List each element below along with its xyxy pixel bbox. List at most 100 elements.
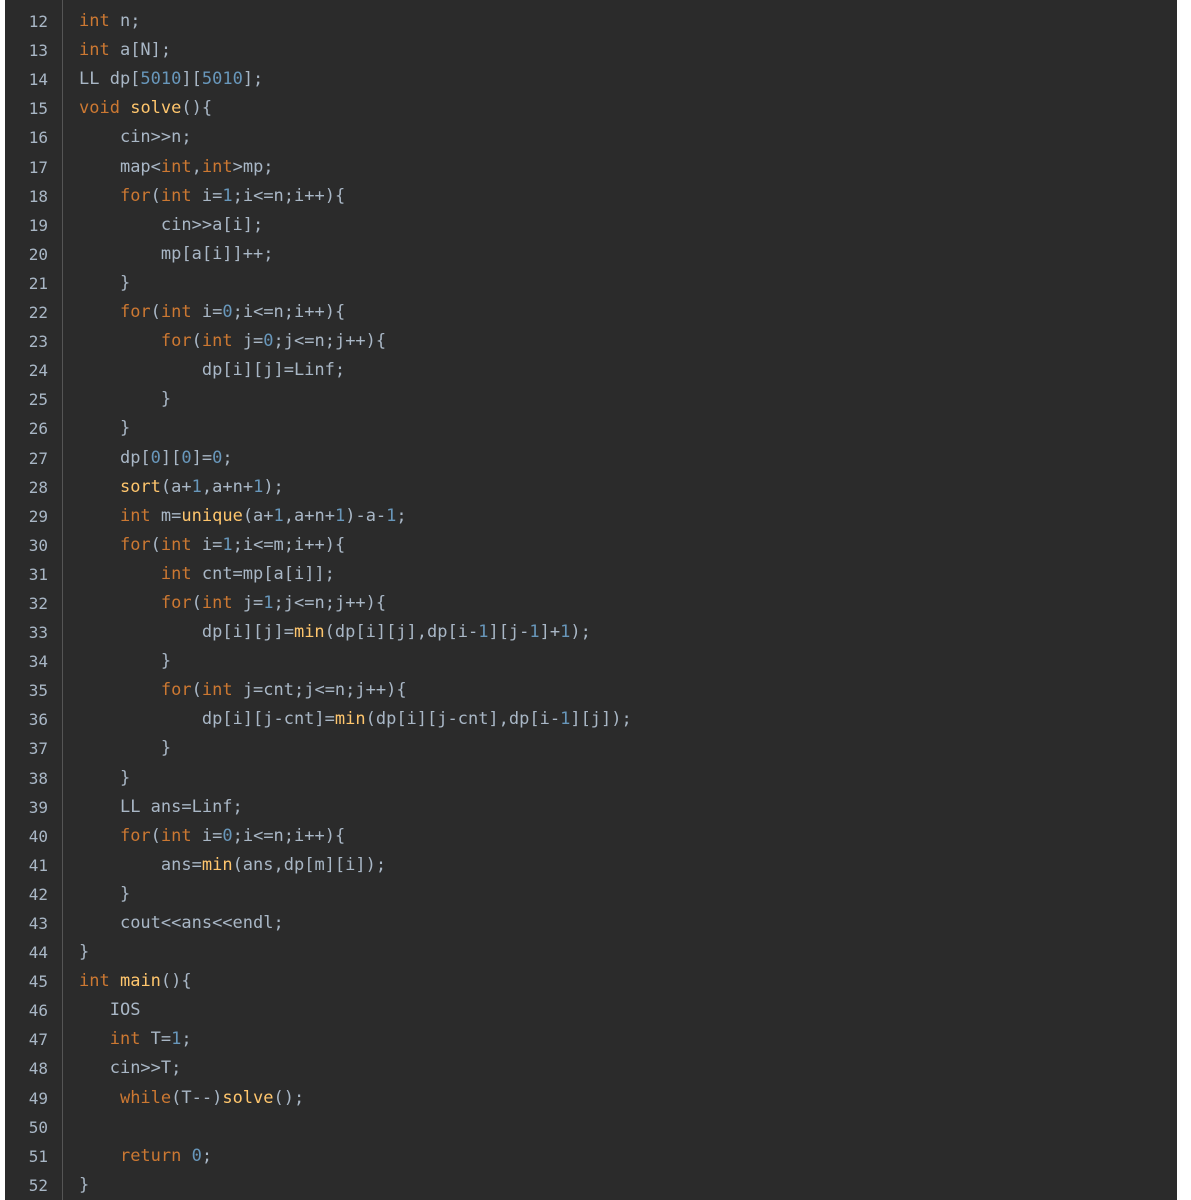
code-text[interactable]: sort(a+1,a+n+1); xyxy=(79,473,284,502)
code-text[interactable]: map<int,int>mp; xyxy=(79,153,274,182)
line-number: 41 xyxy=(28,855,48,875)
code-line[interactable]: 15 void solve(){ xyxy=(5,94,1177,123)
code-text[interactable]: for(int i=0;i<=n;i++){ xyxy=(79,298,345,327)
code-line[interactable]: 38 } xyxy=(5,764,1177,793)
code-line[interactable]: 18 for(int i=1;i<=n;i++){ xyxy=(5,182,1177,211)
code-text[interactable]: int a[N]; xyxy=(79,36,171,65)
code-line[interactable]: 19 cin>>a[i]; xyxy=(5,211,1177,240)
code-line[interactable]: 42 } xyxy=(5,880,1177,909)
code-line[interactable]: 43 cout<<ans<<endl; xyxy=(5,909,1177,938)
code-line[interactable]: 12 int n; xyxy=(5,7,1177,36)
code-text[interactable]: ans=min(ans,dp[m][i]); xyxy=(79,851,386,880)
code-line[interactable]: 47 int T=1; xyxy=(5,1025,1177,1054)
code-line[interactable]: 16 cin>>n; xyxy=(5,123,1177,152)
code-token: lowbit xyxy=(110,0,171,2)
code-text[interactable]: dp[i][j]=min(dp[i][j],dp[i-1][j-1]+1); xyxy=(79,618,591,647)
code-line[interactable]: 51 return 0; xyxy=(5,1142,1177,1171)
code-line[interactable]: 34 } xyxy=(5,647,1177,676)
code-line[interactable]: 21 } xyxy=(5,269,1177,298)
code-line[interactable]: 27 dp[0][0]=0; xyxy=(5,444,1177,473)
code-token: } xyxy=(160,651,172,672)
code-line[interactable]: 41 ans=min(ans,dp[m][i]); xyxy=(5,851,1177,880)
code-text[interactable]: int n; xyxy=(79,7,140,36)
code-text[interactable]: while(T--)solve(); xyxy=(79,1084,304,1113)
code-line[interactable]: 28 sort(a+1,a+n+1); xyxy=(5,473,1177,502)
code-text[interactable]: LL ans=Linf; xyxy=(79,793,243,822)
code-token: } xyxy=(119,767,131,788)
code-line[interactable]: 23 for(int j=0;j<=n;j++){ xyxy=(5,327,1177,356)
code-text[interactable]: for(int i=1;i<=n;i++){ xyxy=(79,182,345,211)
code-line[interactable]: 25 } xyxy=(5,385,1177,414)
code-text[interactable]: LL lowbit(LL x){return x&-x;} xyxy=(79,0,376,7)
code-text[interactable]: for(int j=1;j<=n;j++){ xyxy=(79,589,386,618)
code-line[interactable]: 24 dp[i][j]=Linf; xyxy=(5,356,1177,385)
code-text[interactable]: void solve(){ xyxy=(79,94,212,123)
code-text[interactable]: int main(){ xyxy=(79,967,192,996)
code-line[interactable]: 20 mp[a[i]]++; xyxy=(5,240,1177,269)
code-text[interactable]: } xyxy=(79,764,130,793)
code-token: ( xyxy=(191,680,202,701)
code-token: int xyxy=(160,156,192,177)
code-line[interactable]: 40 for(int i=0;i<=n;i++){ xyxy=(5,822,1177,851)
code-text[interactable]: cin>>n; xyxy=(79,123,192,152)
code-text[interactable]: int m=unique(a+1,a+n+1)-a-1; xyxy=(79,502,407,531)
code-text[interactable]: int T=1; xyxy=(79,1025,192,1054)
code-line[interactable]: 45 int main(){ xyxy=(5,967,1177,996)
code-text[interactable]: cin>>T; xyxy=(79,1054,182,1083)
line-number: 37 xyxy=(28,739,48,759)
code-line[interactable]: 35 for(int j=cnt;j<=n;j++){ xyxy=(5,676,1177,705)
code-text[interactable]: for(int i=1;i<=m;i++){ xyxy=(79,531,345,560)
code-line[interactable]: 52} xyxy=(5,1171,1177,1200)
code-editor[interactable]: 11LL lowbit(LL x){return x&-x;}12int n;1… xyxy=(5,0,1177,1200)
code-token: ][ xyxy=(160,447,182,468)
code-text[interactable]: dp[0][0]=0; xyxy=(79,444,233,473)
code-token: ]= xyxy=(191,447,213,468)
code-token: i= xyxy=(191,185,223,206)
code-text[interactable]: cin>>a[i]; xyxy=(79,211,263,240)
code-text[interactable]: return 0; xyxy=(79,1142,212,1171)
code-text[interactable]: for(int i=0;i<=n;i++){ xyxy=(79,822,345,851)
code-line[interactable]: 32 for(int j=1;j<=n;j++){ xyxy=(5,589,1177,618)
code-line[interactable]: 26 } xyxy=(5,414,1177,443)
code-text[interactable]: for(int j=cnt;j<=n;j++){ xyxy=(79,676,407,705)
code-line[interactable]: 37 } xyxy=(5,734,1177,763)
code-line[interactable]: 49 while(T--)solve(); xyxy=(5,1084,1177,1113)
code-token: (T--) xyxy=(171,1087,223,1108)
code-line[interactable]: 29 int m=unique(a+1,a+n+1)-a-1; xyxy=(5,502,1177,531)
code-line[interactable]: 22 for(int i=0;i<=n;i++){ xyxy=(5,298,1177,327)
code-text[interactable]: dp[i][j]=Linf; xyxy=(79,356,345,385)
code-line[interactable]: 50 xyxy=(5,1113,1177,1142)
code-text[interactable]: cout<<ans<<endl; xyxy=(79,909,284,938)
code-line[interactable]: 14 LL dp[5010][5010]; xyxy=(5,65,1177,94)
code-line[interactable]: 11 LL lowbit(LL x){return x&-x;} xyxy=(5,0,1177,7)
code-line[interactable]: 46 IOS xyxy=(5,996,1177,1025)
code-text[interactable]: mp[a[i]]++; xyxy=(79,240,274,269)
code-line[interactable]: 17 map<int,int>mp; xyxy=(5,153,1177,182)
code-line[interactable]: 30 for(int i=1;i<=m;i++){ xyxy=(5,531,1177,560)
code-text[interactable]: } xyxy=(79,647,171,676)
code-line[interactable]: 48 cin>>T; xyxy=(5,1054,1177,1083)
code-token: 5010 xyxy=(140,69,182,90)
code-line[interactable]: 31 int cnt=mp[a[i]]; xyxy=(5,560,1177,589)
code-text[interactable]: dp[i][j-cnt]=min(dp[i][j-cnt],dp[i-1][j]… xyxy=(79,705,632,734)
code-text[interactable]: for(int j=0;j<=n;j++){ xyxy=(79,327,386,356)
code-text[interactable]: } xyxy=(79,938,89,967)
code-text[interactable]: } xyxy=(79,414,130,443)
code-text[interactable]: int cnt=mp[a[i]]; xyxy=(79,560,335,589)
code-text[interactable]: IOS xyxy=(79,996,141,1025)
code-text[interactable]: } xyxy=(79,385,171,414)
code-line[interactable]: 36 dp[i][j-cnt]=min(dp[i][j-cnt],dp[i-1]… xyxy=(5,705,1177,734)
code-text[interactable]: } xyxy=(79,269,130,298)
line-number: 14 xyxy=(28,70,48,90)
code-lines[interactable]: 11LL lowbit(LL x){return x&-x;}12int n;1… xyxy=(5,0,1177,1200)
code-text[interactable]: } xyxy=(79,734,171,763)
code-text[interactable]: } xyxy=(79,1171,89,1200)
code-line[interactable]: 13 int a[N]; xyxy=(5,36,1177,65)
code-line[interactable]: 39 LL ans=Linf; xyxy=(5,793,1177,822)
code-line[interactable]: 44} xyxy=(5,938,1177,967)
code-text[interactable]: LL dp[5010][5010]; xyxy=(79,65,263,94)
code-text[interactable]: } xyxy=(79,880,130,909)
code-line[interactable]: 33 dp[i][j]=min(dp[i][j],dp[i-1][j-1]+1)… xyxy=(5,618,1177,647)
